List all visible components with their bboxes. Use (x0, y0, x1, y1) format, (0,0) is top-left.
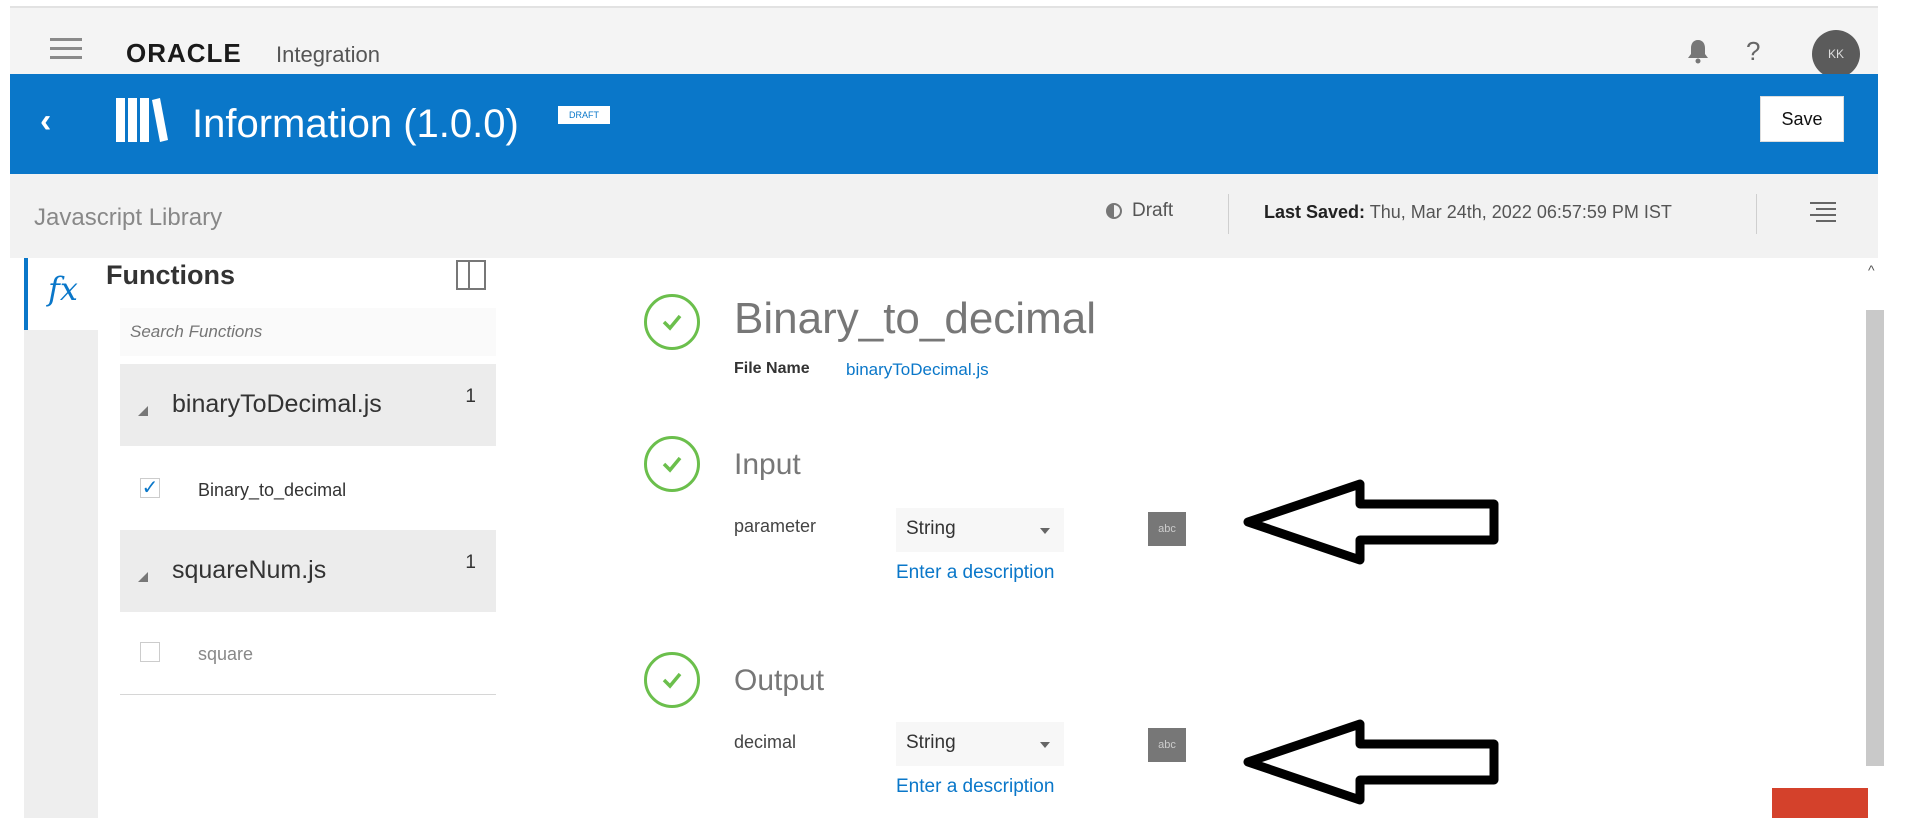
function-checkbox[interactable] (140, 642, 160, 662)
avatar[interactable]: KK (1812, 30, 1860, 78)
red-action-block[interactable] (1772, 788, 1868, 818)
function-count: 1 (465, 552, 476, 573)
output-type-select[interactable]: String (896, 722, 1064, 766)
collapse-caret-icon[interactable] (138, 572, 148, 582)
input-type-value: String (906, 518, 956, 539)
check-circle-icon (644, 436, 700, 492)
abc-type-icon: abc (1148, 728, 1186, 762)
library-info-bar: Javascript Library Draft Last Saved: Thu… (10, 174, 1878, 258)
abc-type-icon: abc (1148, 512, 1186, 546)
product-name: Integration (276, 42, 380, 67)
menu-icon[interactable] (1810, 202, 1836, 226)
chevron-down-icon (1040, 742, 1050, 748)
input-section-title: Input (734, 448, 801, 481)
draft-status-icon (1106, 203, 1122, 219)
scroll-up-icon[interactable]: ^ (1868, 262, 1875, 278)
function-checkbox[interactable]: ✓ (140, 478, 160, 498)
arrow-annotation (1243, 479, 1499, 565)
function-item-binary-to-decimal[interactable]: ✓ Binary_to_decimal (120, 450, 496, 530)
file-name-link[interactable]: binaryToDecimal.js (846, 360, 989, 380)
chevron-down-icon (1040, 528, 1050, 534)
file-group-name: squareNum.js (172, 556, 327, 584)
search-functions-input[interactable] (120, 308, 496, 356)
file-group-name: binaryToDecimal.js (172, 390, 382, 418)
output-section-title: Output (734, 664, 825, 697)
function-item-label: Binary_to_decimal (198, 480, 347, 500)
left-rail (24, 258, 98, 818)
back-icon[interactable]: ‹ (40, 102, 51, 141)
fx-icon[interactable]: fx (48, 270, 78, 308)
scrollbar-thumb[interactable] (1866, 310, 1884, 766)
oracle-logo: ORACLE (126, 38, 242, 68)
collapse-caret-icon[interactable] (138, 406, 148, 416)
help-icon[interactable]: ? (1746, 36, 1760, 67)
last-saved: Last Saved: Thu, Mar 24th, 2022 06:57:59… (1264, 202, 1672, 223)
hamburger-icon[interactable] (50, 38, 82, 60)
status-indicator: Draft (1106, 200, 1173, 222)
input-parameter-name: parameter (734, 516, 817, 536)
function-item-label: square (198, 644, 254, 664)
function-name-heading: Binary_to_decimal (734, 294, 1096, 343)
divider (120, 694, 496, 695)
page-header: ‹ Information (1.0.0) DRAFT Save (10, 74, 1878, 174)
check-circle-icon (644, 652, 700, 708)
save-button[interactable]: Save (1760, 96, 1844, 142)
check-circle-icon (644, 294, 700, 350)
output-parameter-name: decimal (734, 732, 797, 752)
input-description-link[interactable]: Enter a description (896, 562, 1054, 584)
function-count: 1 (465, 386, 476, 407)
function-item-square[interactable]: square (120, 614, 496, 694)
output-description-link[interactable]: Enter a description (896, 776, 1054, 798)
divider (1228, 194, 1229, 234)
output-type-value: String (906, 732, 956, 753)
functions-panel-title: Functions (106, 260, 235, 290)
file-group-squarenum[interactable]: squareNum.js 1 (120, 530, 496, 612)
global-top-bar: ORACLE Integration ? KK (10, 6, 1878, 78)
bell-icon[interactable] (1686, 38, 1710, 64)
input-type-select[interactable]: String (896, 508, 1064, 552)
library-type: Javascript Library (34, 204, 223, 231)
last-saved-value: Thu, Mar 24th, 2022 06:57:59 PM IST (1369, 202, 1672, 222)
page-title: Information (1.0.0) (192, 102, 519, 146)
library-icon (116, 98, 168, 142)
file-group-binarytodecimal[interactable]: binaryToDecimal.js 1 (120, 364, 496, 446)
panel-toggle-icon[interactable] (456, 260, 486, 290)
status-text: Draft (1132, 200, 1174, 221)
last-saved-label: Last Saved: (1264, 202, 1366, 222)
divider (1756, 194, 1757, 234)
file-name-label: File Name (734, 360, 810, 377)
draft-badge: DRAFT (558, 106, 610, 124)
arrow-annotation (1243, 719, 1499, 805)
